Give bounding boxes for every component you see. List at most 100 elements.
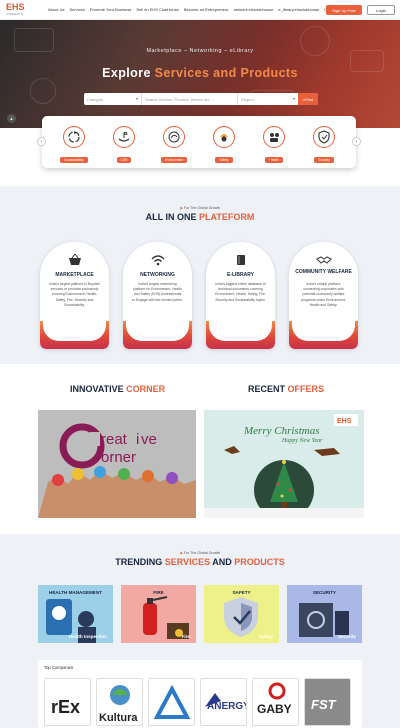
logo-subtext: CONNECTS [6,12,23,16]
environment-icon [163,126,185,148]
category-carousel: ‹ › Sustainability CSR Environment Safet… [37,116,361,168]
category-label: CSR [116,157,132,163]
company-name: Kultura [99,712,138,724]
svg-text:i: i [136,431,139,448]
card-body: MARKETPLACE India's largest platform to … [43,245,106,341]
title-highlight: CORNER [126,384,166,394]
nav-network[interactable]: network.ehsclubhouse [234,7,274,12]
card-title: NETWORKING [140,272,175,278]
card-description: India's unique platform connecting corpo… [301,282,346,307]
svg-text:orner: orner [101,449,136,466]
chevron-down-icon: ▾ [292,96,295,101]
card-marketplace[interactable]: MARKETPLACE India's largest platform to … [40,242,109,349]
search-bar: Category ▾ Search Service, Product, Vendo… [84,93,318,105]
title-text: TRENDING [115,557,165,567]
tile-security[interactable]: SECURITY Security [287,585,362,643]
recycle-icon [63,126,85,148]
nav-services[interactable]: Services [69,7,84,12]
company-name: FST [311,697,337,712]
chevron-down-icon: ▾ [135,96,138,101]
nav-promote[interactable]: Promote Your Business [90,7,132,12]
nav-elibrary[interactable]: e_library.ehsclubhouse [278,7,319,12]
title-highlight: OFFERS [287,384,325,394]
category-security[interactable]: Security [308,126,340,166]
card-community-welfare[interactable]: COMMUNITY WELFARE India's unique platfor… [289,242,358,349]
scroll-up-icon[interactable]: ▴ [7,114,16,123]
card-title: E-LIBRARY [226,272,255,278]
carousel-prev-button[interactable]: ‹ [37,137,46,146]
svg-text:Merry Christmas: Merry Christmas [243,425,319,437]
page: EHS CONNECTS About Us Services Promote Y… [0,0,400,728]
search-button-label: Find [305,96,314,102]
book-icon [209,253,272,271]
title-text: RECENT [248,384,288,394]
section-kicker-text: For The Global Growth [183,551,221,555]
trending-section: ◉ For The Global Growth TRENDING SERVICE… [0,534,400,728]
section-kicker: ◉ For The Global Growth [0,206,400,210]
region-select-label: Region [241,97,254,102]
region-select[interactable]: Region ▾ [238,93,298,105]
title-text: AND [210,557,235,567]
nav-about[interactable]: About Us [48,7,64,12]
category-sustainability[interactable]: Sustainability [58,126,90,166]
tile-caption: Fire [181,634,190,639]
category-environment[interactable]: Environment [158,126,190,166]
carousel-next-button[interactable]: › [352,137,361,146]
hero-title: Explore Services and Products [0,66,400,80]
nav-entrepreneur[interactable]: Become an Entrepreneur [184,7,229,12]
nav-sell[interactable]: Sell on EHS ClubHouse [136,7,178,12]
category-select[interactable]: Category ▾ [84,93,142,105]
top-companies-title: Top Companies [44,665,74,670]
card-elibrary[interactable]: E-LIBRARY India's biggest online databas… [206,242,275,349]
login-button[interactable]: Login [367,5,395,15]
category-csr[interactable]: CSR [108,126,140,166]
title-highlight: PRODUCTS [234,557,285,567]
tile-health-management[interactable]: HEALTH MANAGEMENT Health Inspection [38,585,113,643]
hero-title-highlight: Services and Products [154,66,298,80]
company-logo[interactable]: ANERGY [200,678,247,726]
search-button[interactable]: ⌕ Find [298,93,318,105]
shield-icon [313,126,335,148]
company-logo[interactable]: rEx [44,678,91,726]
card-body: NETWORKING India's largest networking pl… [126,245,189,341]
recent-offers-title: RECENT OFFERS [248,384,324,394]
card-networking[interactable]: NETWORKING India's largest networking pl… [123,242,192,349]
search-input[interactable]: Search Service, Product, Vendor etc. [142,93,238,105]
category-label: Environment [160,157,188,163]
section-title-highlight: PLATEFORM [199,212,255,222]
site-logo[interactable]: EHS CONNECTS [6,3,34,18]
company-logo[interactable]: GABY [252,678,299,726]
card-body: COMMUNITY WELFARE India's unique platfor… [292,245,355,341]
hands-plant-icon [113,126,135,148]
title-highlight: SERVICES [164,557,211,567]
svg-text:Happy New Year: Happy New Year [281,438,323,444]
logo-text: EHS [6,2,25,12]
category-health[interactable]: Health [258,126,290,166]
creative-corner-image[interactable]: reat i ve orner [38,410,196,518]
category-label: Security [314,157,334,163]
tile-safety[interactable]: SAFETY Safety [204,585,279,643]
company-logo[interactable]: FST [304,678,351,726]
basket-icon [43,253,106,271]
tile-fire[interactable]: FIRE Fire [121,585,196,643]
tile-caption: Health Inspection [68,634,107,639]
company-logo[interactable] [148,678,195,726]
signup-button[interactable]: Sign Up Free [326,5,362,15]
company-name: rEx [51,697,80,717]
tile-caption: Security [337,634,356,639]
card-title: MARKETPLACE [55,272,94,278]
company-name: ANERGY [207,701,247,712]
category-safety[interactable]: Safety [208,126,240,166]
worker-helmet-icon [213,126,235,148]
card-description: India's largest networking platform for … [132,282,183,302]
hero-subtitle: Marketplace – Networking – eLibrary [146,48,254,54]
category-label: Safety [215,157,233,163]
svg-text:ve: ve [141,431,157,448]
company-logo[interactable]: Kultura [96,678,143,726]
creative-corner-art: reat i ve orner [38,410,196,518]
section-kicker-text: For The Global Growth [183,206,221,210]
svg-text:EHS: EHS [337,418,352,425]
recent-offer-image[interactable]: EHS Merry Christmas Happy New Year [204,410,364,518]
section-kicker: ◉ For The Global Growth [0,551,400,555]
nav-links: About Us Services Promote Your Business … [48,7,338,12]
